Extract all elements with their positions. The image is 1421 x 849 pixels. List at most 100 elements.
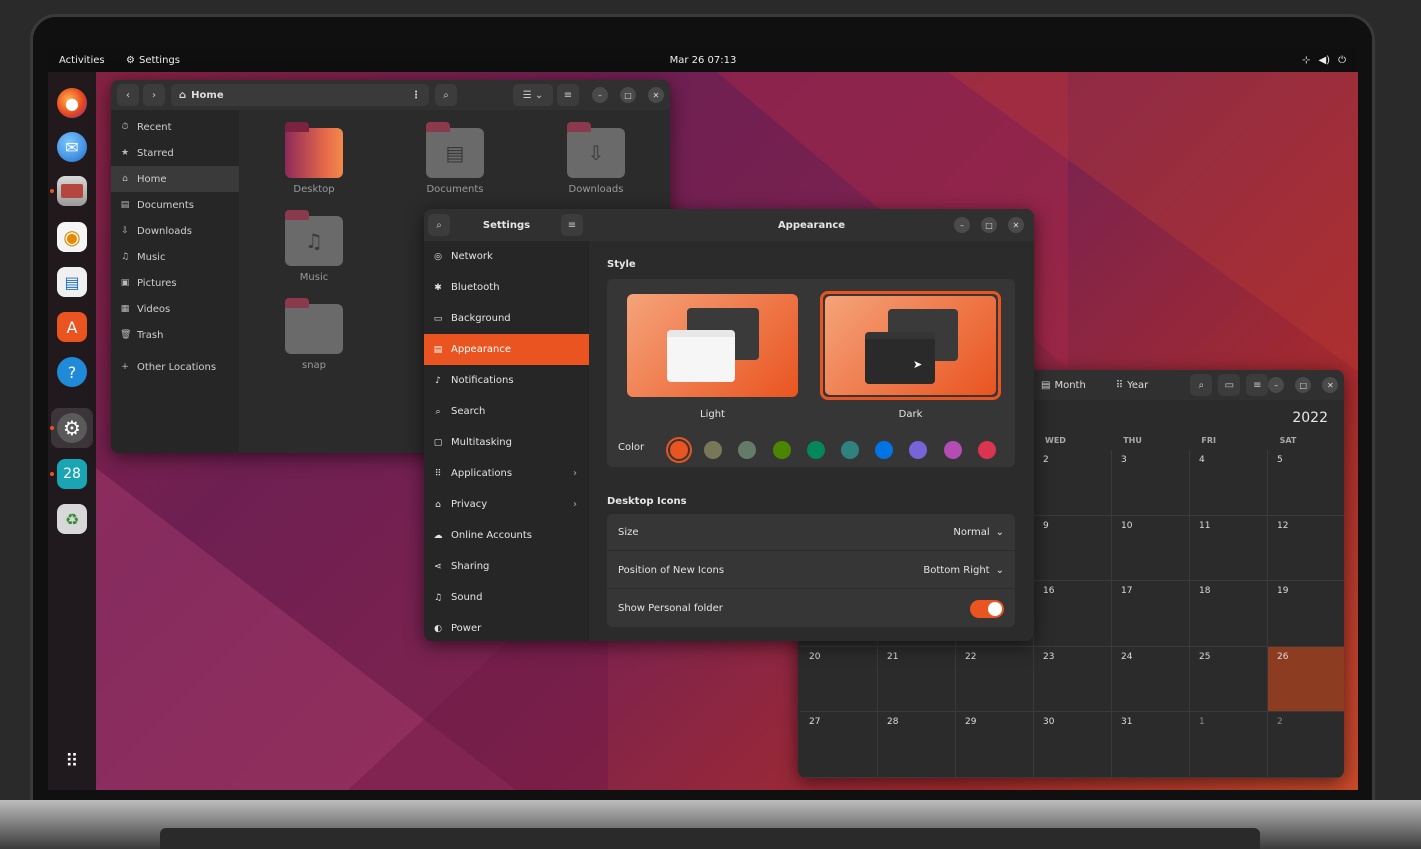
minimize-button[interactable]: – (1268, 377, 1285, 393)
menu-button[interactable]: ≡ (561, 214, 583, 236)
accent-color-swatch[interactable] (738, 441, 757, 459)
folder-desktop[interactable]: Desktop (274, 122, 354, 195)
back-button[interactable]: ‹ (117, 84, 139, 106)
view-toggle-button[interactable]: ☰ ⌄ (513, 84, 553, 106)
search-button[interactable]: ⌕ (435, 84, 457, 106)
calendar-day-cell[interactable]: 27 (800, 712, 878, 778)
libreoffice-writer-icon[interactable]: ▤ (57, 267, 87, 297)
sidebar-item-recent[interactable]: ⏱ Recent (111, 114, 239, 140)
folder-snap[interactable]: snap (274, 298, 354, 371)
minimize-button[interactable]: – (592, 87, 608, 103)
sidebar-item-starred[interactable]: ★ Starred (111, 140, 239, 166)
sidebar-item-documents[interactable]: ▤ Documents (111, 192, 239, 218)
location-bar[interactable]: ⌂ Home ⋮ (171, 84, 429, 106)
sidebar-item-search[interactable]: ⌕ Search (424, 396, 589, 427)
month-view-button[interactable]: ▤ Month (1041, 380, 1086, 391)
close-button[interactable]: ✕ (1322, 377, 1339, 393)
dark-style-option[interactable]: ➤ (820, 291, 1001, 400)
calendar-day-cell[interactable]: 19 (1268, 581, 1344, 647)
today-button[interactable]: ▭ (1218, 374, 1241, 396)
rhythmbox-icon[interactable]: ◉ (57, 222, 87, 252)
forward-button[interactable]: › (143, 84, 165, 106)
sidebar-item-music[interactable]: ♫ Music (111, 244, 239, 270)
calendar-day-cell[interactable]: 5 (1268, 450, 1344, 516)
minimize-button[interactable]: – (954, 217, 970, 233)
sidebar-item-multitasking[interactable]: ▢ Multitasking (424, 427, 589, 458)
close-button[interactable]: ✕ (648, 87, 664, 103)
sidebar-item-sound[interactable]: ♫ Sound (424, 582, 589, 613)
settings-icon[interactable]: ⚙ (57, 413, 87, 443)
folder-downloads[interactable]: ⇩ Downloads (556, 122, 636, 195)
accent-color-swatch[interactable] (670, 441, 688, 459)
calendar-day-cell[interactable]: 2 (1034, 450, 1112, 516)
calendar-day-cell[interactable]: 17 (1112, 581, 1190, 647)
thunderbird-icon[interactable]: ✉ (57, 132, 87, 162)
accent-color-swatch[interactable] (943, 441, 962, 459)
system-tray[interactable]: ⊹ ◀) ⏻ (1302, 55, 1346, 66)
sidebar-item-pictures[interactable]: ▣ Pictures (111, 270, 239, 296)
accent-color-swatch[interactable] (772, 441, 791, 459)
close-button[interactable]: ✕ (1008, 217, 1024, 233)
accent-color-swatch[interactable] (977, 441, 996, 459)
calendar-day-cell[interactable]: 2 (1268, 712, 1344, 778)
sidebar-item-background[interactable]: ▭ Background (424, 303, 589, 334)
accent-color-swatch[interactable] (909, 441, 928, 459)
sidebar-item-home[interactable]: ⌂ Home (111, 166, 239, 192)
size-row[interactable]: Size Normal ⌄ (607, 514, 1015, 551)
search-button[interactable]: ⌕ (1190, 374, 1213, 396)
personal-folder-toggle[interactable] (970, 599, 1004, 618)
calendar-day-cell[interactable]: 25 (1190, 646, 1268, 712)
accent-color-swatch[interactable] (841, 441, 859, 459)
maximize-button[interactable]: □ (620, 87, 636, 103)
folder-music[interactable]: ♫ Music (274, 210, 354, 283)
app-center-icon[interactable]: A (57, 312, 87, 342)
firefox-icon[interactable]: ● (57, 88, 87, 118)
calendar-day-cell[interactable]: 24 (1112, 646, 1190, 712)
calendar-day-cell[interactable]: 18 (1190, 581, 1268, 647)
calendar-day-cell[interactable]: 16 (1034, 581, 1112, 647)
calendar-day-cell[interactable]: 31 (1112, 712, 1190, 778)
sidebar-item-online-accounts[interactable]: ☁ Online Accounts (424, 520, 589, 551)
calendar-day-cell[interactable]: 20 (800, 646, 878, 712)
calendar-day-cell[interactable]: 21 (878, 646, 956, 712)
accent-color-swatch[interactable] (875, 441, 894, 459)
sidebar-item-videos[interactable]: ▦ Videos (111, 296, 239, 322)
sidebar-item-appearance[interactable]: ▤ Appearance (424, 334, 589, 365)
clock[interactable]: Mar 26 07:13 (48, 55, 1358, 66)
calendar-day-cell[interactable]: 1 (1190, 712, 1268, 778)
accent-color-swatch[interactable] (806, 441, 825, 459)
sidebar-item-power[interactable]: ◐ Power (424, 613, 589, 641)
calendar-day-cell[interactable]: 9 (1034, 515, 1112, 581)
maximize-button[interactable]: □ (1295, 377, 1312, 393)
accent-color-swatch[interactable] (704, 441, 723, 459)
files-icon[interactable] (57, 176, 87, 206)
sidebar-item-network[interactable]: ◎ Network (424, 241, 589, 272)
calendar-day-cell[interactable]: 26 (1268, 646, 1344, 712)
menu-button[interactable]: ≡ (557, 84, 579, 106)
calendar-day-cell[interactable]: 29 (956, 712, 1034, 778)
show-apps-icon[interactable]: ⠿ (57, 746, 87, 776)
trash-icon[interactable]: ♻ (57, 504, 87, 534)
calendar-day-cell[interactable]: 23 (1034, 646, 1112, 712)
folder-documents[interactable]: ▤ Documents (415, 122, 495, 195)
calendar-day-cell[interactable]: 28 (878, 712, 956, 778)
sidebar-item-sharing[interactable]: ⋖ Sharing (424, 551, 589, 582)
calendar-day-cell[interactable]: 10 (1112, 515, 1190, 581)
sidebar-item-notifications[interactable]: ♪ Notifications (424, 365, 589, 396)
light-style-option[interactable] (627, 294, 798, 397)
calendar-day-cell[interactable]: 22 (956, 646, 1034, 712)
maximize-button[interactable]: □ (981, 217, 997, 233)
calendar-day-cell[interactable]: 11 (1190, 515, 1268, 581)
sidebar-item-privacy[interactable]: ⌂ Privacy › (424, 489, 589, 520)
calendar-icon[interactable]: 28 (57, 459, 87, 489)
menu-button[interactable]: ≡ (1246, 374, 1269, 396)
sidebar-item-trash[interactable]: 🗑 Trash (111, 322, 239, 348)
position-row[interactable]: Position of New Icons Bottom Right ⌄ (607, 552, 1015, 589)
calendar-day-cell[interactable]: 3 (1112, 450, 1190, 516)
help-icon[interactable]: ? (57, 357, 87, 387)
sidebar-item-applications[interactable]: ⠿ Applications › (424, 458, 589, 489)
calendar-day-cell[interactable]: 30 (1034, 712, 1112, 778)
sidebar-item-bluetooth[interactable]: ✱ Bluetooth (424, 272, 589, 303)
calendar-day-cell[interactable]: 4 (1190, 450, 1268, 516)
sidebar-item-downloads[interactable]: ⇩ Downloads (111, 218, 239, 244)
